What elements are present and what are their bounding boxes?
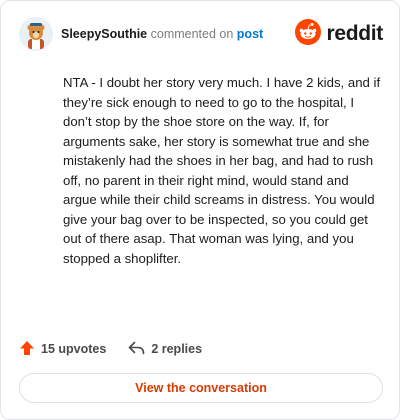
upvote-button[interactable]: 15 upvotes [19,340,106,359]
upvote-arrow-icon [19,340,41,359]
byline-action-text: commented on [150,27,234,41]
reddit-wordmark: reddit [326,22,383,45]
reply-arrow-icon [128,341,151,358]
view-conversation-button[interactable]: View the conversation [19,373,383,403]
upvote-count: 15 upvotes [41,342,107,356]
replies-button[interactable]: 2 replies [128,341,202,358]
comment-card: SleepySouthie commented on post reddit N… [0,0,400,420]
comment-actions: 15 upvotes 2 replies [19,339,202,359]
comment-body: NTA - I doubt her story very much. I hav… [63,75,381,266]
reddit-logo[interactable]: reddit [295,18,383,50]
replies-count: 2 replies [151,342,203,356]
comment-header: SleepySouthie commented on post reddit [19,17,383,53]
avatar[interactable] [19,17,53,51]
username-link[interactable]: SleepySouthie [61,27,147,41]
reddit-snoo-icon [295,18,322,50]
post-link[interactable]: post [237,27,263,41]
byline: SleepySouthie commented on post [61,27,263,41]
